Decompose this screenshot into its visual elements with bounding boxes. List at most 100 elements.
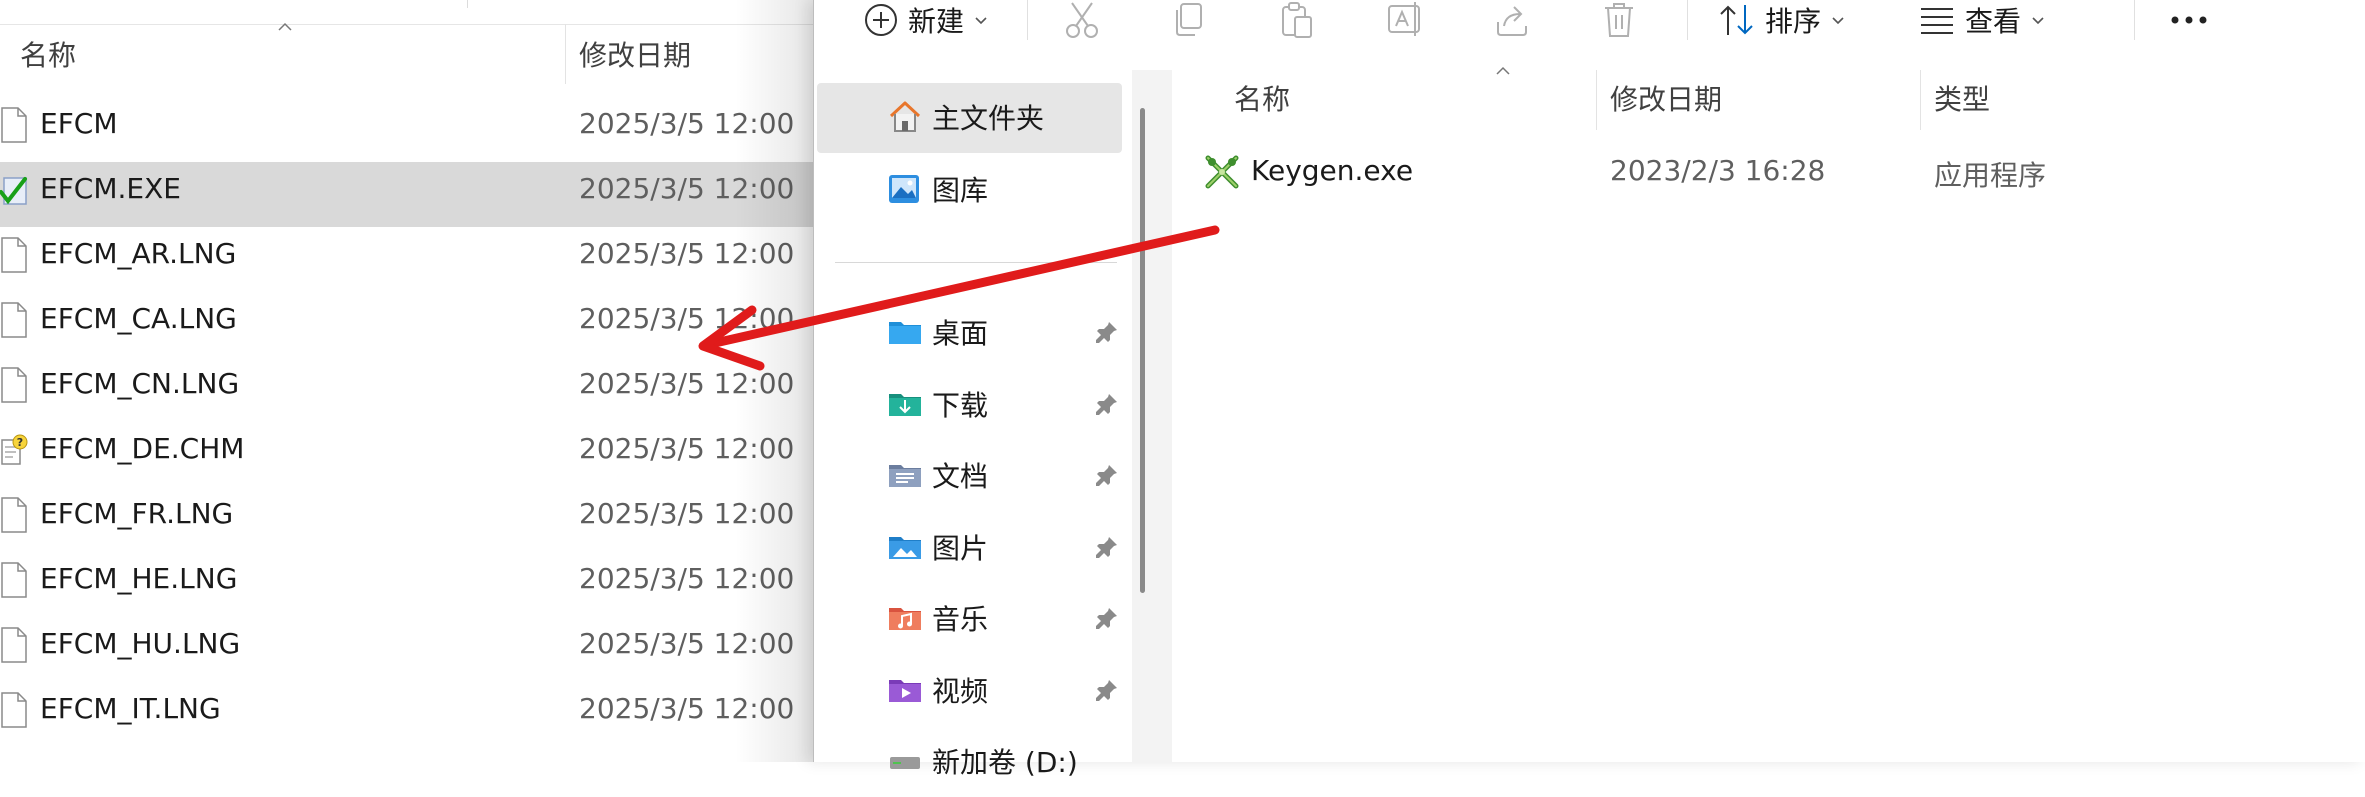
table-row[interactable]: EFCM.EXE 2025/3/5 12:00 xyxy=(0,162,815,227)
pin-icon[interactable] xyxy=(1095,606,1119,630)
file-date: 2025/3/5 12:00 xyxy=(579,692,795,725)
chevron-down-icon xyxy=(1832,17,1844,25)
nav-item[interactable]: 图片 xyxy=(817,513,1122,583)
desktop-folder-icon xyxy=(887,314,923,350)
table-row[interactable]: EFCM_IT.LNG 2025/3/5 12:00 xyxy=(0,682,815,747)
table-row[interactable]: Keygen.exe 2023/2/3 16:28 应用程序 xyxy=(1164,146,2365,206)
file-name: EFCM_HU.LNG xyxy=(40,627,241,660)
share-button[interactable] xyxy=(1494,0,1530,40)
paste-button[interactable] xyxy=(1279,0,1315,40)
delete-button[interactable] xyxy=(1602,0,1636,40)
scissors-icon xyxy=(1066,2,1098,38)
nav-item-label: 视频 xyxy=(932,675,989,708)
pin-icon[interactable] xyxy=(1095,392,1119,416)
rename-button[interactable] xyxy=(1387,0,1425,40)
sort-ascending-icon[interactable] xyxy=(1496,66,1510,76)
nav-item[interactable]: 桌面 xyxy=(817,298,1122,368)
sort-button[interactable]: 排序 xyxy=(1719,0,1845,40)
pin-icon[interactable] xyxy=(1095,463,1119,487)
new-button-label: 新建 xyxy=(908,5,965,38)
sort-button-label: 排序 xyxy=(1765,5,1822,38)
more-options-button[interactable] xyxy=(2169,0,2209,40)
file-icon xyxy=(0,562,28,598)
file-date: 2025/3/5 12:00 xyxy=(579,432,795,465)
drive-icon xyxy=(887,743,923,779)
cut-button[interactable] xyxy=(1064,0,1100,40)
nav-item-label: 主文件夹 xyxy=(932,102,1045,135)
file-name: EFCM_DE.CHM xyxy=(40,432,245,465)
table-row[interactable]: EFCM_HE.LNG 2025/3/5 12:00 xyxy=(0,552,815,617)
table-row[interactable]: ? EFCM_DE.CHM 2025/3/5 12:00 xyxy=(0,422,815,487)
gallery-icon xyxy=(887,171,923,207)
nav-item-label: 文档 xyxy=(932,460,989,493)
file-name: EFCM_CN.LNG xyxy=(40,367,240,400)
file-name: EFCM_HE.LNG xyxy=(40,562,238,595)
pin-icon[interactable] xyxy=(1095,678,1119,702)
videos-folder-icon xyxy=(887,672,923,708)
column-header-date[interactable]: 修改日期 xyxy=(1610,78,1722,118)
navigation-pane: 主文件夹图库桌面下载文档图片音乐视频新加卷 (D:) xyxy=(814,70,1144,779)
view-button[interactable]: 查看 xyxy=(1919,0,2045,40)
keygen-app-icon xyxy=(1204,154,1240,190)
nav-item[interactable]: 下载 xyxy=(817,370,1122,440)
command-bar: 新建 排序 查看 xyxy=(814,0,2365,52)
table-row[interactable]: EFCM 2025/3/5 12:00 xyxy=(0,97,815,162)
rename-icon xyxy=(1388,2,1420,36)
nav-scrollbar-thumb[interactable] xyxy=(1140,108,1145,593)
downloads-folder-icon xyxy=(887,386,923,422)
view-button-label: 查看 xyxy=(1965,5,2022,38)
file-date: 2025/3/5 12:00 xyxy=(579,562,795,595)
copy-icon xyxy=(1176,3,1202,36)
pin-icon[interactable] xyxy=(1095,535,1119,559)
nav-item[interactable]: 新加卷 (D:) xyxy=(817,727,1122,797)
file-date: 2025/3/5 12:00 xyxy=(579,107,795,140)
table-row[interactable]: EFCM_FR.LNG 2025/3/5 12:00 xyxy=(0,487,815,552)
column-header-date[interactable]: 修改日期 xyxy=(579,34,691,74)
file-icon xyxy=(0,627,28,663)
nav-item-label: 下载 xyxy=(932,389,989,422)
nav-item[interactable]: 主文件夹 xyxy=(817,83,1122,153)
add-circle-icon xyxy=(865,4,897,36)
nav-item-label: 桌面 xyxy=(932,317,989,350)
file-name: EFCM_IT.LNG xyxy=(40,692,221,725)
file-list-pane: 名称 修改日期 类型 Keygen.exe 2023/2/3 16:28 应用程序 xyxy=(1164,66,2365,762)
sort-ascending-icon[interactable] xyxy=(278,22,292,32)
file-date: 2025/3/5 12:00 xyxy=(579,237,795,270)
file-icon xyxy=(0,107,28,143)
pictures-folder-icon xyxy=(887,529,923,565)
file-date: 2025/3/5 12:00 xyxy=(579,302,795,335)
file-name: EFCM_AR.LNG xyxy=(40,237,237,270)
new-button[interactable]: 新建 xyxy=(864,0,988,40)
nav-item[interactable]: 视频 xyxy=(817,656,1122,726)
help-file-icon: ? xyxy=(0,432,28,468)
music-folder-icon xyxy=(887,600,923,636)
nav-item[interactable]: 图库 xyxy=(817,155,1122,225)
back-file-list: EFCM 2025/3/5 12:00 EFCM.EXE 2025/3/5 12:00… xyxy=(0,97,815,747)
nav-item-label: 音乐 xyxy=(932,603,989,636)
file-date: 2025/3/5 12:00 xyxy=(579,497,795,530)
table-row[interactable]: EFCM_AR.LNG 2025/3/5 12:00 xyxy=(0,227,815,292)
file-name: EFCM xyxy=(40,107,118,140)
table-row[interactable]: EFCM_CN.LNG 2025/3/5 12:00 xyxy=(0,357,815,422)
file-name: EFCM.EXE xyxy=(40,172,181,205)
more-options-icon xyxy=(2171,16,2207,24)
file-icon xyxy=(0,367,28,403)
paste-icon xyxy=(1282,2,1312,38)
table-row[interactable]: EFCM_CA.LNG 2025/3/5 12:00 xyxy=(0,292,815,357)
file-icon xyxy=(0,302,28,338)
pin-icon[interactable] xyxy=(1095,320,1119,344)
column-header-type[interactable]: 类型 xyxy=(1934,78,1990,118)
copy-button[interactable] xyxy=(1171,0,1205,40)
column-header-name[interactable]: 名称 xyxy=(20,34,76,74)
nav-item[interactable]: 文档 xyxy=(817,441,1122,511)
trash-icon xyxy=(1605,3,1633,37)
nav-item-label: 新加卷 (D:) xyxy=(932,746,1078,779)
file-name: EFCM_FR.LNG xyxy=(40,497,234,530)
nav-item[interactable]: 音乐 xyxy=(817,584,1122,654)
foreground-explorer-window: 新建 排序 查看 主文件夹 图库 桌面 下载 文档 图片 音乐 视频 新加卷 (… xyxy=(813,0,2365,779)
file-icon xyxy=(0,237,28,273)
file-date: 2025/3/5 12:00 xyxy=(579,627,795,660)
home-icon xyxy=(887,99,923,135)
column-header-name[interactable]: 名称 xyxy=(1234,78,1290,118)
table-row[interactable]: EFCM_HU.LNG 2025/3/5 12:00 xyxy=(0,617,815,682)
